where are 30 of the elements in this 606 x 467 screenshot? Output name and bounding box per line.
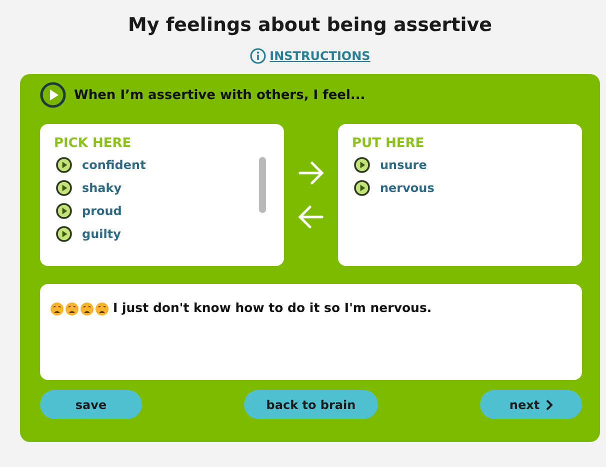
weary-face-icon — [50, 302, 64, 316]
list-item[interactable]: shaky — [82, 180, 122, 194]
weary-face-icon — [80, 302, 94, 316]
play-icon[interactable] — [354, 180, 370, 196]
info-icon — [250, 48, 266, 64]
list-item[interactable]: unsure — [380, 158, 427, 172]
instructions-link[interactable]: INSTRUCTIONS — [270, 49, 370, 63]
list-item[interactable]: nervous — [380, 180, 434, 194]
action-button[interactable]: back to brain — [244, 390, 378, 419]
list-heading: PICK HERE — [54, 136, 132, 151]
list-item[interactable]: confident — [82, 158, 146, 172]
list-item[interactable]: proud — [82, 204, 122, 218]
weary-face-icon — [95, 302, 109, 316]
scroll-bar[interactable] — [259, 157, 266, 213]
list-item[interactable]: guilty — [82, 226, 121, 240]
play-button[interactable] — [40, 82, 66, 108]
next-button[interactable]: next — [480, 390, 582, 419]
prompt-text: When I’m assertive with others, I feel... — [74, 88, 366, 102]
play-icon[interactable] — [56, 156, 72, 172]
play-icon[interactable] — [56, 226, 72, 242]
answer-box[interactable]: I just don't know how to do it so I'm nervous. — [40, 284, 582, 380]
answer-text: I just don't know how to do it so I'm nervous. — [113, 300, 432, 315]
weary-face-icon — [65, 302, 79, 316]
action-button[interactable]: save — [40, 390, 142, 419]
list-heading: PUT HERE — [352, 136, 426, 151]
play-icon[interactable] — [56, 202, 72, 218]
chevron-icon — [544, 398, 553, 410]
play-icon[interactable] — [56, 180, 72, 196]
page-title: My feelings about being assertive — [128, 14, 492, 36]
play-icon[interactable] — [354, 156, 370, 172]
